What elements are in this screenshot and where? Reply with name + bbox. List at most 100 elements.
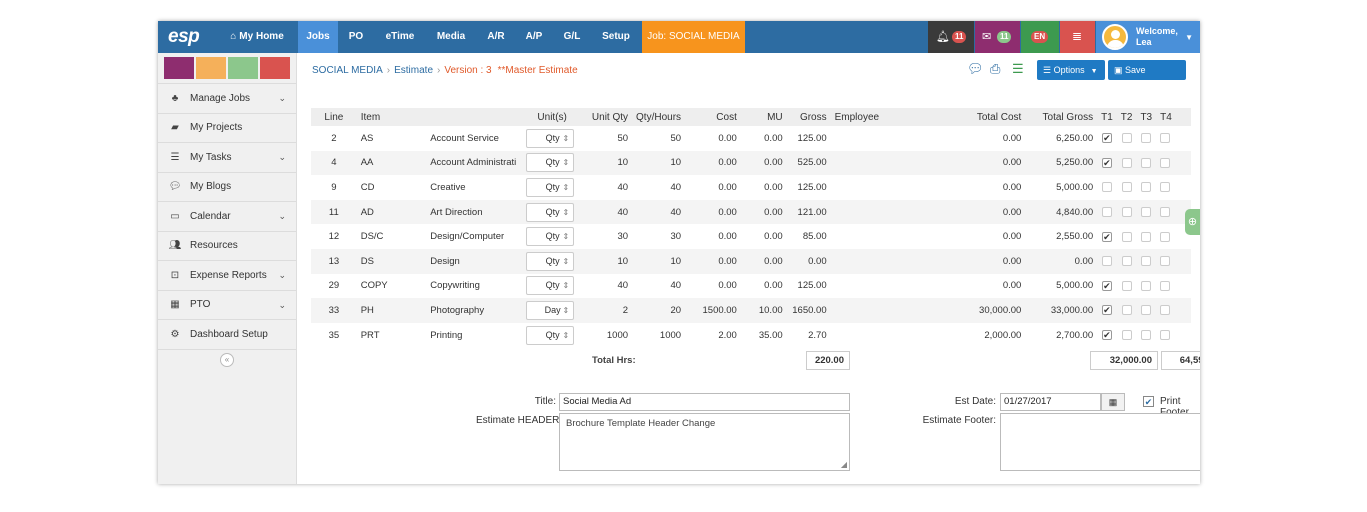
t1-cell: ✔ — [1097, 126, 1117, 151]
save-changes-button[interactable]: ▣ Save Changes — [1108, 60, 1186, 95]
nav-ap[interactable]: A/P — [520, 21, 548, 53]
t1-checkbox[interactable]: ✔ — [1101, 231, 1112, 242]
t4-checkbox[interactable] — [1160, 280, 1171, 291]
t4-checkbox[interactable] — [1160, 305, 1171, 316]
sidebar-item-pto[interactable]: ▦ PTO ⌄ — [158, 289, 296, 320]
unit-select[interactable]: Qty ⇕ — [526, 128, 575, 148]
nav-gl[interactable]: G/L — [558, 21, 586, 53]
sidebar-item-my-tasks[interactable]: ☰ My Tasks ⌄ — [158, 142, 296, 172]
t1-checkbox[interactable]: ✔ — [1101, 157, 1112, 168]
breadcrumb-job[interactable]: SOCIAL MEDIA — [312, 65, 383, 76]
sidebar-item-my-blogs[interactable]: 💬︎ My Blogs — [158, 171, 296, 202]
unit-select-value: Qty — [545, 181, 560, 192]
unit-select[interactable]: Qty ⇕ — [526, 227, 575, 247]
t2-checkbox[interactable] — [1121, 182, 1132, 193]
col-gross: Gross — [786, 108, 831, 126]
unit-select[interactable]: Qty ⇕ — [526, 177, 575, 197]
sidebar-item-manage-jobs[interactable]: ♣ Manage Jobs ⌄ — [158, 83, 296, 113]
unit-select[interactable]: Qty ⇕ — [526, 153, 575, 173]
unit-select[interactable]: Qty ⇕ — [526, 325, 575, 345]
sidebar-item-dashboard-setup[interactable]: ⚙ Dashboard Setup — [158, 319, 296, 349]
swatch-green[interactable] — [228, 57, 258, 79]
t4-checkbox[interactable] — [1160, 182, 1171, 193]
esp-logo[interactable]: esp — [168, 26, 200, 48]
t3-checkbox[interactable] — [1141, 256, 1152, 267]
unit-select[interactable]: Qty ⇕ — [526, 276, 575, 296]
unit-select[interactable]: Qty ⇕ — [526, 202, 575, 222]
resize-grip-icon[interactable]: ◢ — [841, 460, 847, 469]
estimate-header-textarea[interactable]: Brochure Template Header Change ◢ — [559, 413, 850, 471]
nav-my-home[interactable]: ⌂ My Home — [222, 21, 292, 53]
unit-qty-cell: 10 — [582, 248, 633, 274]
title-input[interactable]: Social Media Ad — [559, 393, 850, 411]
nav-po[interactable]: PO — [342, 21, 370, 53]
t3-checkbox[interactable] — [1141, 207, 1152, 218]
notifications-button[interactable]: 🔔︎ 11 — [928, 21, 974, 53]
t2-checkbox[interactable] — [1121, 330, 1132, 341]
t2-checkbox[interactable] — [1121, 133, 1132, 144]
units-cell: Qty ⇕ — [522, 274, 582, 299]
t1-checkbox[interactable]: ✔ — [1101, 330, 1112, 341]
swatch-purple[interactable] — [164, 57, 194, 79]
comments-icon[interactable]: 💬︎ — [967, 61, 984, 77]
t1-checkbox[interactable] — [1101, 256, 1112, 267]
t3-checkbox[interactable] — [1141, 133, 1152, 144]
welcome-label: Welcome, — [1136, 26, 1178, 36]
user-menu[interactable]: Welcome, Lea ▼ — [1096, 21, 1200, 53]
t4-checkbox[interactable] — [1160, 231, 1171, 242]
t2-checkbox[interactable] — [1121, 157, 1132, 168]
t4-checkbox[interactable] — [1160, 157, 1171, 168]
nav-etime[interactable]: eTime — [380, 21, 420, 53]
swatch-orange[interactable] — [196, 57, 226, 79]
language-button[interactable]: EN — [1021, 21, 1059, 53]
t3-checkbox[interactable] — [1141, 157, 1152, 168]
sidebar-item-my-projects[interactable]: ▰ My Projects — [158, 112, 296, 143]
t1-checkbox[interactable]: ✔ — [1101, 305, 1112, 316]
t4-checkbox[interactable] — [1160, 330, 1171, 341]
print-footer-checkbox[interactable]: ✔ — [1143, 396, 1154, 407]
t1-checkbox[interactable]: ✔ — [1101, 133, 1112, 144]
t3-checkbox[interactable] — [1141, 280, 1152, 291]
t2-checkbox[interactable] — [1121, 280, 1132, 291]
database-button[interactable]: ≣ — [1060, 21, 1095, 53]
t3-checkbox[interactable] — [1141, 182, 1152, 193]
t1-cell: ✔ — [1097, 298, 1117, 323]
messages-badge: 11 — [997, 31, 1012, 43]
t3-checkbox[interactable] — [1141, 231, 1152, 242]
breadcrumb-estimate[interactable]: Estimate — [394, 65, 433, 76]
t2-checkbox[interactable] — [1121, 207, 1132, 218]
sidebar-item-resources[interactable]: 👥︎ Resources — [158, 230, 296, 261]
t3-checkbox[interactable] — [1141, 330, 1152, 341]
messages-button[interactable]: ✉ 11 — [975, 21, 1020, 53]
t1-checkbox[interactable] — [1101, 207, 1112, 218]
t2-checkbox[interactable] — [1121, 231, 1132, 242]
est-date-input[interactable]: 01/27/2017 — [1000, 393, 1101, 411]
t4-checkbox[interactable] — [1160, 256, 1171, 267]
t3-cell — [1136, 175, 1156, 200]
t3-checkbox[interactable] — [1141, 305, 1152, 316]
nav-setup[interactable]: Setup — [596, 21, 636, 53]
unit-select[interactable]: Qty ⇕ — [526, 251, 575, 271]
t2-checkbox[interactable] — [1121, 305, 1132, 316]
nav-ar[interactable]: A/R — [482, 21, 510, 53]
t4-checkbox[interactable] — [1160, 133, 1171, 144]
cost-cell: 0.00 — [718, 280, 737, 292]
t1-checkbox[interactable]: ✔ — [1101, 280, 1112, 291]
swatch-red[interactable] — [260, 57, 290, 79]
sidebar-item-calendar[interactable]: ▭ Calendar ⌄ — [158, 201, 296, 231]
list-icon[interactable]: ☰ — [1012, 61, 1024, 77]
collapse-sidebar-button[interactable]: « — [220, 352, 234, 367]
nav-jobs[interactable]: Jobs — [298, 21, 338, 53]
job-social-media-tab[interactable]: Job: SOCIAL MEDIA — [642, 21, 745, 53]
options-button[interactable]: ☰ Options ▼ — [1037, 60, 1105, 80]
print-icon[interactable]: ⎙ — [990, 61, 1000, 77]
nav-media[interactable]: Media — [430, 21, 472, 53]
sidebar-item-expense-reports[interactable]: ⊡ Expense Reports ⌄ — [158, 260, 296, 290]
calendar-picker-button[interactable]: ▦ — [1101, 393, 1125, 411]
t4-checkbox[interactable] — [1160, 207, 1171, 218]
t2-checkbox[interactable] — [1121, 256, 1132, 267]
t1-checkbox[interactable] — [1101, 182, 1112, 193]
side-panel-toggle[interactable]: ⊕ — [1185, 209, 1200, 235]
estimate-footer-textarea[interactable]: ◢ — [1000, 413, 1200, 471]
unit-select[interactable]: Day ⇕ — [526, 300, 575, 320]
